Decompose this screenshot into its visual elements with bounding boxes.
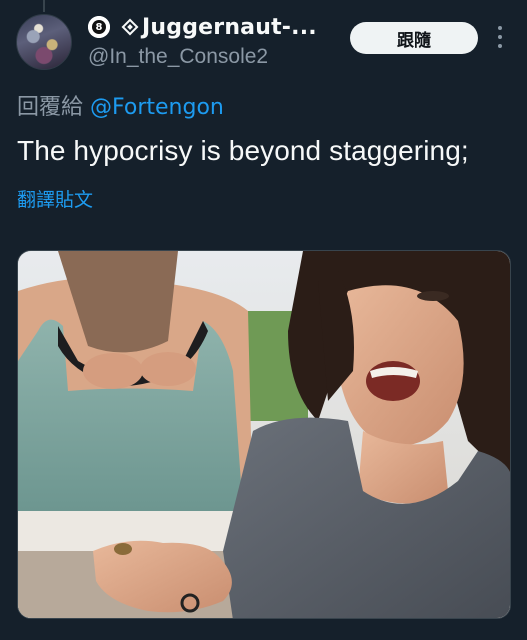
eight-ball-icon: 8: [88, 16, 110, 38]
reply-context: 回覆給 @Fortengon: [17, 89, 224, 121]
more-vertical-icon[interactable]: [495, 26, 505, 48]
more-dot: [498, 35, 502, 39]
follow-button[interactable]: 跟隨: [350, 22, 478, 54]
tweet-photo[interactable]: [17, 250, 511, 619]
more-dot: [498, 26, 502, 30]
author-name-row[interactable]: 8 Juggernaut-...: [88, 12, 317, 42]
reply-mention-link[interactable]: @Fortengon: [90, 95, 224, 120]
avatar[interactable]: [16, 14, 72, 70]
diamond-icon: [121, 18, 139, 36]
photo-image: [18, 251, 510, 618]
author-handle[interactable]: @In_the_Console2: [88, 45, 268, 69]
eight-ball-number: 8: [92, 20, 106, 34]
translate-post-link[interactable]: 翻譯貼文: [17, 185, 93, 212]
more-dot: [498, 44, 502, 48]
tweet-text: The hypocrisy is beyond staggering;: [17, 135, 469, 166]
author-display-name[interactable]: Juggernaut-...: [142, 15, 317, 40]
reply-prefix: 回覆給: [17, 95, 90, 120]
thread-connector-line: [43, 0, 45, 12]
